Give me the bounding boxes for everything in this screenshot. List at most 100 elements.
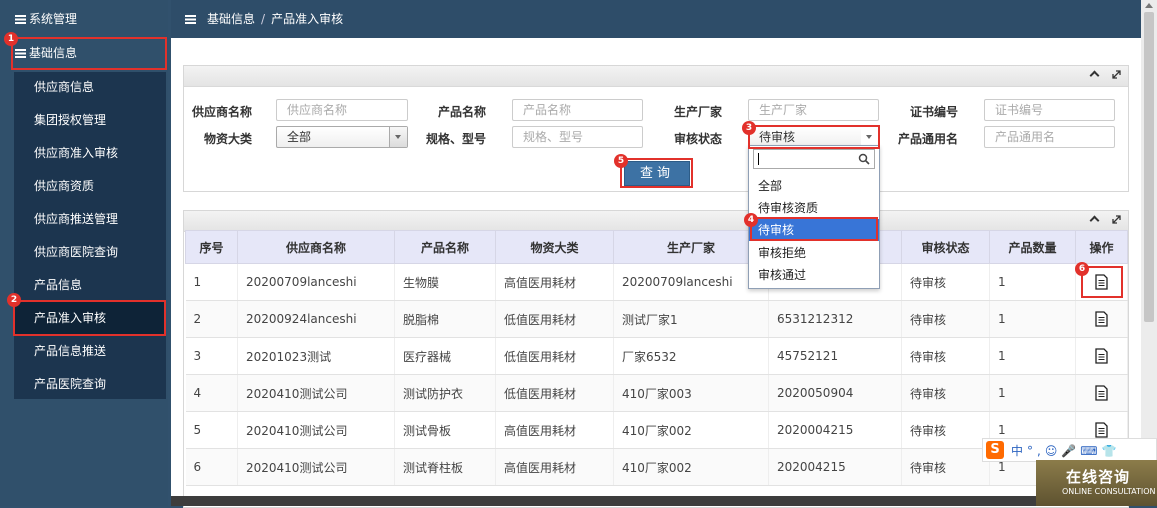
sidebar-item-product-push[interactable]: 产品信息推送 (14, 335, 166, 368)
table-row[interactable]: 3 20201023测试 医疗器械 低值医用耗材 厂家6532 45752121 待审核 1 (185, 337, 1128, 375)
column-header: 生产厂家 (613, 230, 769, 264)
sidebar-item-system-management[interactable]: 系统管理 (0, 3, 168, 36)
sidebar-item-basic-info[interactable]: 基础信息 (0, 37, 152, 70)
scroll-up-icon[interactable] (1145, 3, 1153, 8)
table-cell: 20200924lanceshi (237, 300, 395, 338)
sidebar-item-supplier-audit[interactable]: 供应商准入审核 (14, 137, 166, 170)
sidebar-item-supplier-qualification[interactable]: 供应商资质 (14, 170, 166, 203)
table-cell: 410厂家003 (613, 374, 769, 412)
search-panel-header (184, 66, 1128, 87)
expand-icon[interactable] (1112, 215, 1121, 224)
sidebar-item-supplier-push[interactable]: 供应商推送管理 (14, 203, 166, 236)
table-cell: 高值医用耗材 (495, 263, 614, 301)
breadcrumb: 基础信息 / 产品准入审核 (207, 0, 343, 38)
table-cell: 20200709lanceshi (237, 263, 395, 301)
status-select-value: 待审核 (759, 130, 796, 144)
scrollbar-thumb[interactable] (1144, 12, 1154, 322)
table-cell: 1 (989, 337, 1076, 375)
text-caret (758, 153, 759, 165)
status-label: 审核状态 (674, 132, 723, 146)
sidebar-item-product-info[interactable]: 产品信息 (14, 269, 166, 302)
bottom-bar (171, 496, 1141, 506)
generic-name-input[interactable] (984, 126, 1115, 148)
table-cell: 厂家6532 (613, 337, 769, 375)
dropdown-option-rejected[interactable]: 审核拒绝 (749, 242, 879, 264)
manufacturer-input[interactable] (748, 99, 879, 121)
table-row[interactable]: 2 20200924lanceshi 脱脂棉 低值医用耗材 测试厂家1 653121231… (185, 300, 1128, 338)
table-cell: 待审核 (901, 448, 990, 486)
spec-label: 规格、型号 (426, 132, 487, 146)
sidebar-item-group-auth[interactable]: 集团授权管理 (14, 104, 166, 137)
table-cell-action (1075, 337, 1128, 375)
table-cell: 410厂家002 (613, 448, 769, 486)
ime-toolbar[interactable]: S 中°,☺🎤⌨👕 (982, 438, 1157, 462)
document-icon[interactable] (1095, 311, 1108, 327)
document-icon[interactable] (1095, 422, 1108, 438)
table-cell: 测试厂家1 (613, 300, 769, 338)
top-bar: 基础信息 / 产品准入审核 (171, 0, 1141, 38)
table-row[interactable]: 1 20200709lanceshi 生物膜 高值医用耗材 20200709lances… (185, 263, 1128, 301)
sidebar-item-product-hospital[interactable]: 产品医院查询 (14, 368, 166, 401)
dropdown-search-input[interactable] (753, 149, 875, 169)
sidebar-item-product-audit[interactable]: 产品准入审核 (14, 302, 166, 335)
column-header: 审核状态 (901, 230, 990, 264)
consult-title: 在线咨询 (1066, 468, 1131, 486)
sidebar-item-supplier-hospital[interactable]: 供应商医院查询 (14, 236, 166, 269)
dropdown-option-approved[interactable]: 审核通过 (749, 264, 879, 286)
chevron-up-icon (861, 127, 878, 147)
sogou-icon[interactable]: S (986, 441, 1004, 459)
status-dropdown: 全部 待审核资质 待审核 审核拒绝 审核通过 (748, 145, 880, 289)
table-cell: 3 (185, 337, 238, 375)
table-cell: 待审核 (901, 263, 990, 301)
table-cell: 410厂家002 (613, 411, 769, 449)
table-header-row: 序号 供应商名称 产品名称 物资大类 生产厂家 审核状态 产品数量 操作 (185, 230, 1128, 264)
dropdown-option-pending[interactable]: 待审核 (749, 219, 879, 241)
table-cell: 5 (185, 411, 238, 449)
spec-input[interactable] (512, 126, 643, 148)
category-select-value: 全部 (287, 130, 312, 144)
expand-icon[interactable] (1112, 70, 1121, 79)
consult-subtitle: ONLINE CONSULTATION (1062, 487, 1156, 496)
sidebar-item-supplier-info[interactable]: 供应商信息 (14, 71, 166, 104)
online-consultation-widget[interactable]: 在线咨询 ONLINE CONSULTATION (1036, 460, 1157, 506)
table-cell: 高值医用耗材 (495, 411, 614, 449)
page-scrollbar[interactable] (1141, 0, 1157, 506)
cert-number-input[interactable] (984, 99, 1115, 121)
document-icon[interactable] (1095, 348, 1108, 364)
document-icon[interactable] (1095, 274, 1108, 290)
dropdown-option-all[interactable]: 全部 (749, 175, 879, 197)
manufacturer-label: 生产厂家 (674, 105, 723, 119)
column-header: 产品数量 (989, 230, 1076, 264)
column-header: 操作 (1075, 230, 1128, 264)
column-header: 物资大类 (495, 230, 614, 264)
ime-tools[interactable]: 中°,☺🎤⌨👕 (1011, 442, 1121, 459)
generic-name-label: 产品通用名 (898, 132, 959, 146)
table-cell: 脱脂棉 (394, 300, 496, 338)
table-cell: 医疗器械 (394, 337, 496, 375)
breadcrumb-basic-info[interactable]: 基础信息 (207, 12, 255, 26)
table-cell: 低值医用耗材 (495, 300, 614, 338)
dropdown-option-pending-qualification[interactable]: 待审核资质 (749, 197, 879, 219)
table-cell: 低值医用耗材 (495, 337, 614, 375)
collapse-icon[interactable] (1089, 70, 1100, 81)
table-cell: 2020410测试公司 (237, 411, 395, 449)
menu-icon[interactable] (185, 15, 196, 24)
annotation-badge-2: 2 (7, 293, 21, 307)
table-cell: 6531212312 (768, 300, 902, 338)
collapse-icon[interactable] (1089, 215, 1100, 226)
table-cell: 1 (989, 263, 1076, 301)
table-cell: 2020004215 (768, 411, 902, 449)
table-cell: 待审核 (901, 337, 990, 375)
table-cell: 待审核 (901, 374, 990, 412)
table-cell: 6 (185, 448, 238, 486)
product-name-input[interactable] (512, 99, 643, 121)
supplier-name-label: 供应商名称 (192, 105, 253, 119)
table-cell: 测试防护衣 (394, 374, 496, 412)
table-cell-action (1075, 374, 1128, 412)
category-select[interactable]: 全部 (276, 126, 408, 148)
table-cell: 高值医用耗材 (495, 448, 614, 486)
query-button[interactable]: 查询 (624, 161, 690, 186)
supplier-name-input[interactable] (276, 99, 408, 121)
table-row[interactable]: 4 2020410测试公司 测试防护衣 低值医用耗材 410厂家003 202005090… (185, 374, 1128, 412)
document-icon[interactable] (1095, 385, 1108, 401)
